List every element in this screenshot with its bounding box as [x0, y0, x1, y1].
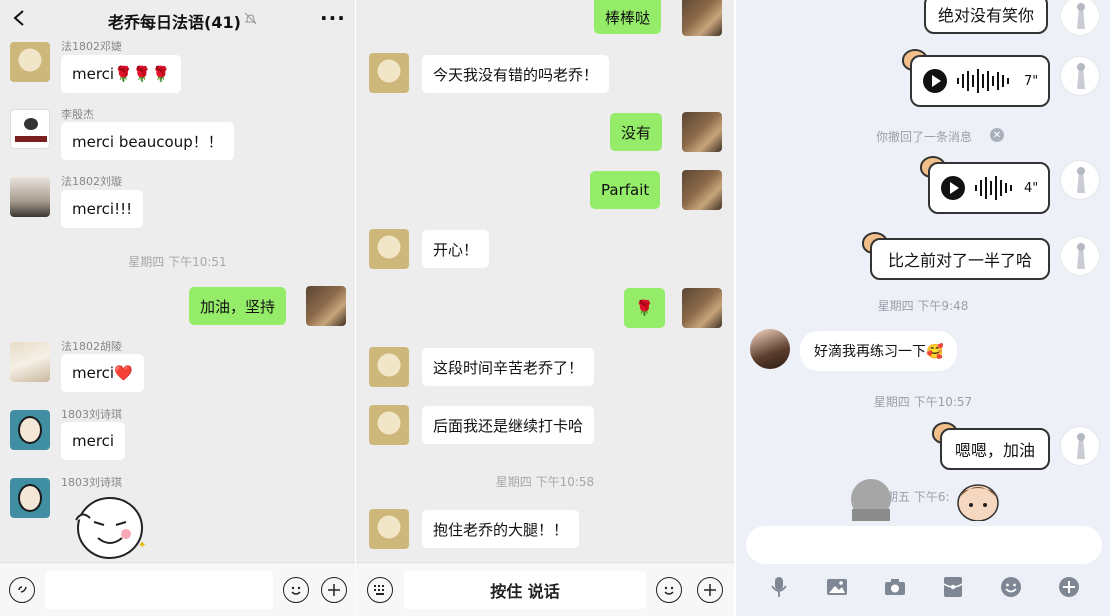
- my-avatar[interactable]: [1060, 56, 1100, 96]
- plus-icon[interactable]: [697, 577, 723, 603]
- avatar[interactable]: [369, 53, 409, 93]
- play-icon[interactable]: [940, 175, 966, 201]
- my-message-bubble[interactable]: 🌹: [624, 288, 665, 328]
- input-bar: [0, 562, 355, 616]
- voice-duration: 7": [1024, 73, 1039, 89]
- chat-title: 老乔每日法语(41): [108, 13, 241, 32]
- avatar[interactable]: [10, 42, 50, 82]
- emoji-icon[interactable]: [999, 575, 1023, 599]
- message-bubble[interactable]: 抱住老乔的大腿！！: [422, 510, 580, 548]
- wechat-group-chat-left: 老乔每日法语(41) ··· 法1802邓婕 merci🌹🌹🌹 李殷杰 merc…: [0, 0, 355, 616]
- plus-icon[interactable]: [321, 577, 347, 603]
- message-input[interactable]: [45, 571, 273, 609]
- my-message-bubble[interactable]: 棒棒哒: [594, 0, 662, 34]
- avatar[interactable]: [10, 478, 50, 518]
- more-dots-icon[interactable]: ···: [320, 6, 346, 30]
- contact-avatar[interactable]: [750, 329, 790, 369]
- message-bubble[interactable]: merci!!!: [61, 190, 144, 228]
- chevron-left-icon[interactable]: [12, 9, 26, 27]
- sender-name: 法1802胡陵: [61, 340, 122, 353]
- my-avatar[interactable]: [1060, 426, 1100, 466]
- input-bar: 按住 说话: [356, 562, 734, 616]
- timestamp: 星期四 下午9:48: [877, 299, 969, 313]
- voice-message-bubble[interactable]: 7": [910, 55, 1050, 107]
- sender-name: 法1802邓婕: [61, 40, 122, 53]
- chibi-figure-decoration: [957, 484, 999, 521]
- my-message-bubble[interactable]: 没有: [610, 113, 663, 151]
- voice-duration: 4": [1024, 180, 1039, 196]
- my-message-bubble[interactable]: 加油，坚持: [189, 287, 287, 325]
- svg-text:✦: ✦: [138, 540, 146, 551]
- message-bubble[interactable]: 后面我还是继续打卡哈: [422, 406, 595, 444]
- my-avatar[interactable]: [682, 288, 722, 328]
- play-icon[interactable]: [922, 68, 948, 94]
- message-bubble[interactable]: merci: [61, 422, 126, 460]
- voice-message-bubble[interactable]: 4": [928, 162, 1050, 214]
- avatar[interactable]: [10, 177, 50, 217]
- my-message-bubble[interactable]: 比之前对了一半了哈: [870, 238, 1050, 280]
- my-avatar[interactable]: [1060, 160, 1100, 200]
- mic-icon[interactable]: [767, 575, 791, 599]
- message-bubble[interactable]: merci❤️: [61, 354, 144, 392]
- sender-name: 1803刘诗琪: [61, 476, 122, 489]
- sender-name: 1803刘诗琪: [61, 408, 122, 421]
- message-bubble[interactable]: 开心！: [422, 230, 490, 268]
- avatar[interactable]: [10, 410, 50, 450]
- avatar[interactable]: [369, 229, 409, 269]
- recall-notice: 你撤回了一条消息: [876, 130, 973, 144]
- message-bubble[interactable]: 好滴我再练习一下🥰: [800, 331, 958, 371]
- sender-name: 法1802刘璇: [61, 175, 122, 188]
- meme-sticker[interactable]: ✦: [68, 492, 150, 562]
- qq-chat-right: 绝对没有笑你 7" 你撤回了一条消息 ✕ 4" 比之前对了一半了哈 星期四 下午…: [736, 0, 1110, 616]
- my-avatar[interactable]: [1060, 236, 1100, 276]
- keyboard-icon[interactable]: [367, 577, 393, 603]
- my-avatar[interactable]: [682, 170, 722, 210]
- camera-icon[interactable]: [883, 575, 907, 599]
- message-bubble[interactable]: merci🌹🌹🌹: [61, 55, 182, 93]
- close-icon[interactable]: ✕: [990, 128, 1004, 142]
- message-input[interactable]: [746, 526, 1102, 564]
- voice-icon[interactable]: [9, 577, 35, 603]
- waveform-icon: [957, 69, 1009, 93]
- my-message-bubble[interactable]: 嗯嗯，加油: [940, 428, 1050, 470]
- hold-to-talk-button[interactable]: 按住 说话: [404, 571, 646, 609]
- my-message-bubble[interactable]: 绝对没有笑你: [924, 0, 1048, 34]
- chibi-figure-decoration: [851, 479, 891, 521]
- my-avatar[interactable]: [306, 286, 346, 326]
- bell-off-icon: [244, 12, 257, 25]
- waveform-icon: [975, 176, 1012, 200]
- my-avatar[interactable]: [1060, 0, 1100, 36]
- chat-header: 老乔每日法语(41) ···: [0, 0, 355, 38]
- emoji-icon[interactable]: [283, 577, 309, 603]
- message-bubble[interactable]: 这段时间辛苦老乔了！: [422, 348, 595, 386]
- sender-name: 李殷杰: [61, 108, 94, 121]
- avatar[interactable]: [10, 342, 50, 382]
- my-avatar[interactable]: [682, 112, 722, 152]
- timestamp: 星期四 下午10:57: [873, 395, 973, 409]
- avatar[interactable]: [369, 405, 409, 445]
- timestamp: 星期四 下午10:58: [495, 475, 595, 489]
- timestamp: 星期四 下午10:51: [128, 255, 227, 269]
- avatar[interactable]: [369, 347, 409, 387]
- red-packet-icon[interactable]: [941, 575, 965, 599]
- message-bubble[interactable]: merci beaucoup！！: [61, 122, 234, 160]
- avatar[interactable]: [369, 509, 409, 549]
- my-avatar[interactable]: [682, 0, 722, 36]
- my-message-bubble[interactable]: Parfait: [590, 171, 661, 209]
- wechat-chat-middle: 棒棒哒 今天我没有错的吗老乔！ 没有 Parfait 开心！ 🌹 这段时间辛苦老…: [356, 0, 734, 616]
- message-bubble[interactable]: 今天我没有错的吗老乔！: [422, 55, 610, 93]
- image-icon[interactable]: [825, 575, 849, 599]
- plus-icon[interactable]: [1057, 575, 1081, 599]
- emoji-icon[interactable]: [656, 577, 682, 603]
- avatar[interactable]: [10, 109, 50, 149]
